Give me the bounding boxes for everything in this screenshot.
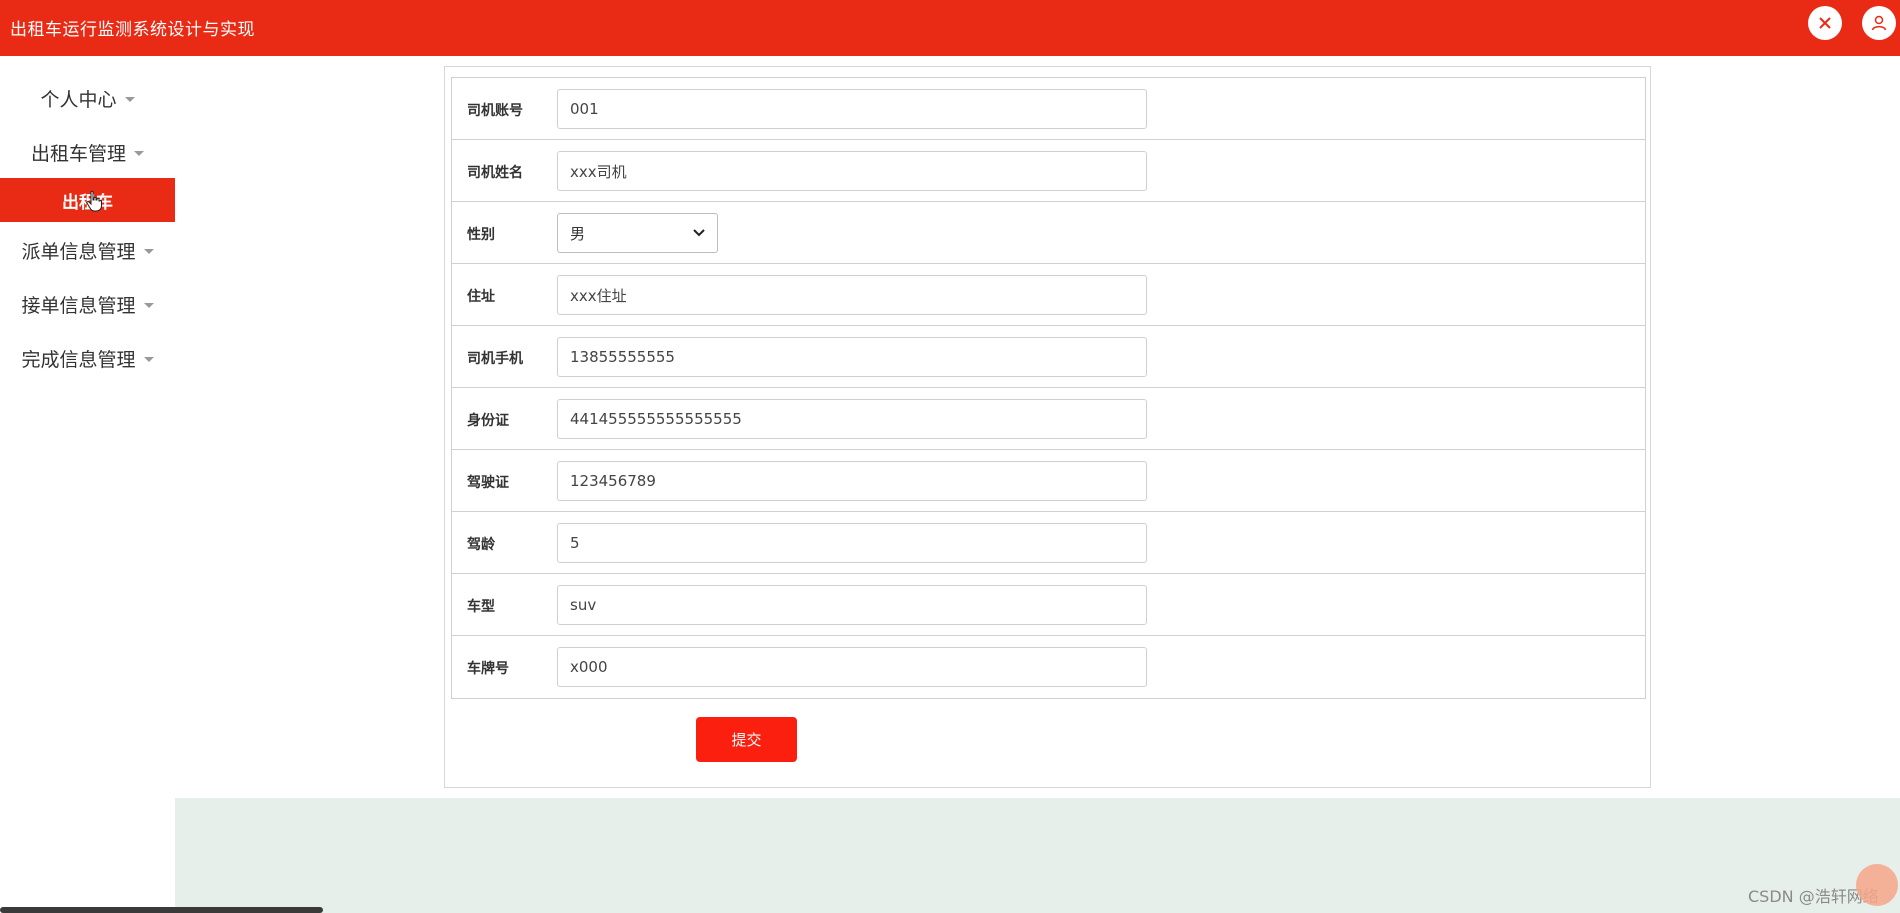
sidebar-item-label: 派单信息管理: [21, 240, 136, 263]
form-row-car-model: 车型: [452, 574, 1645, 636]
field-label: 身份证: [467, 413, 509, 429]
car-model-input[interactable]: [557, 585, 1147, 625]
horizontal-scrollbar[interactable]: [0, 907, 323, 913]
form-row-driver-name: 司机姓名: [452, 140, 1645, 202]
floating-action-icon[interactable]: [1856, 864, 1898, 906]
field-label: 车型: [467, 599, 495, 615]
driver-form-card: 司机账号 司机姓名 性别 男 住址 司机手机 身份证 驾驶证: [444, 66, 1651, 788]
submit-button[interactable]: 提交: [696, 717, 797, 762]
app-title: 出租车运行监测系统设计与实现: [10, 20, 255, 40]
caret-down-icon: [143, 248, 154, 254]
form-row-driver-account: 司机账号: [452, 78, 1645, 140]
field-label: 司机姓名: [467, 165, 523, 181]
sidebar-item-dispatch-management[interactable]: 派单信息管理: [0, 228, 175, 272]
form-row-plate-number: 车牌号: [452, 636, 1645, 698]
driver-name-input[interactable]: [557, 151, 1147, 191]
sidebar-item-personal-center[interactable]: 个人中心: [0, 76, 175, 120]
sidebar: 个人中心 出租车管理 出租车 派单信息管理 接单信息管理 完成信息管理: [0, 56, 175, 913]
sidebar-item-accept-management[interactable]: 接单信息管理: [0, 282, 175, 326]
field-label: 驾龄: [467, 537, 495, 553]
caret-down-icon: [124, 96, 135, 102]
field-label: 司机账号: [467, 103, 523, 119]
field-label: 车牌号: [467, 661, 509, 677]
driver-phone-input[interactable]: [557, 337, 1147, 377]
form-row-driver-license: 驾驶证: [452, 450, 1645, 512]
caret-down-icon: [143, 356, 154, 362]
sidebar-item-completion-management[interactable]: 完成信息管理: [0, 336, 175, 380]
id-card-input[interactable]: [557, 399, 1147, 439]
sidebar-item-label: 完成信息管理: [21, 348, 136, 371]
form-row-gender: 性别 男: [452, 202, 1645, 264]
driver-account-input[interactable]: [557, 89, 1147, 129]
driver-form: 司机账号 司机姓名 性别 男 住址 司机手机 身份证 驾驶证: [451, 77, 1646, 699]
driving-years-input[interactable]: [557, 523, 1147, 563]
field-label: 住址: [467, 289, 495, 305]
sidebar-item-taxi-management[interactable]: 出租车管理: [0, 130, 175, 174]
chevron-down-icon: [693, 229, 705, 237]
plate-number-input[interactable]: [557, 647, 1147, 687]
top-header: 出租车运行监测系统设计与实现: [0, 0, 1900, 56]
caret-down-icon: [134, 150, 144, 156]
content-background: [175, 798, 1900, 913]
hand-cursor-icon: [86, 190, 102, 212]
caret-down-icon: [143, 302, 154, 308]
field-label: 性别: [467, 227, 495, 243]
form-row-driver-phone: 司机手机: [452, 326, 1645, 388]
gender-select-value: 男: [570, 224, 586, 243]
form-row-driving-years: 驾龄: [452, 512, 1645, 574]
gender-select[interactable]: 男: [557, 213, 718, 253]
form-row-id-card: 身份证: [452, 388, 1645, 450]
driver-license-input[interactable]: [557, 461, 1147, 501]
user-icon[interactable]: [1862, 6, 1896, 40]
address-input[interactable]: [557, 275, 1147, 315]
field-label: 驾驶证: [467, 475, 509, 491]
sidebar-item-label: 接单信息管理: [21, 294, 136, 317]
sidebar-item-label: 出租车管理: [30, 142, 126, 165]
form-row-address: 住址: [452, 264, 1645, 326]
sidebar-item-label: 个人中心: [40, 88, 117, 111]
field-label: 司机手机: [467, 351, 523, 367]
close-x-icon[interactable]: [1808, 6, 1842, 40]
